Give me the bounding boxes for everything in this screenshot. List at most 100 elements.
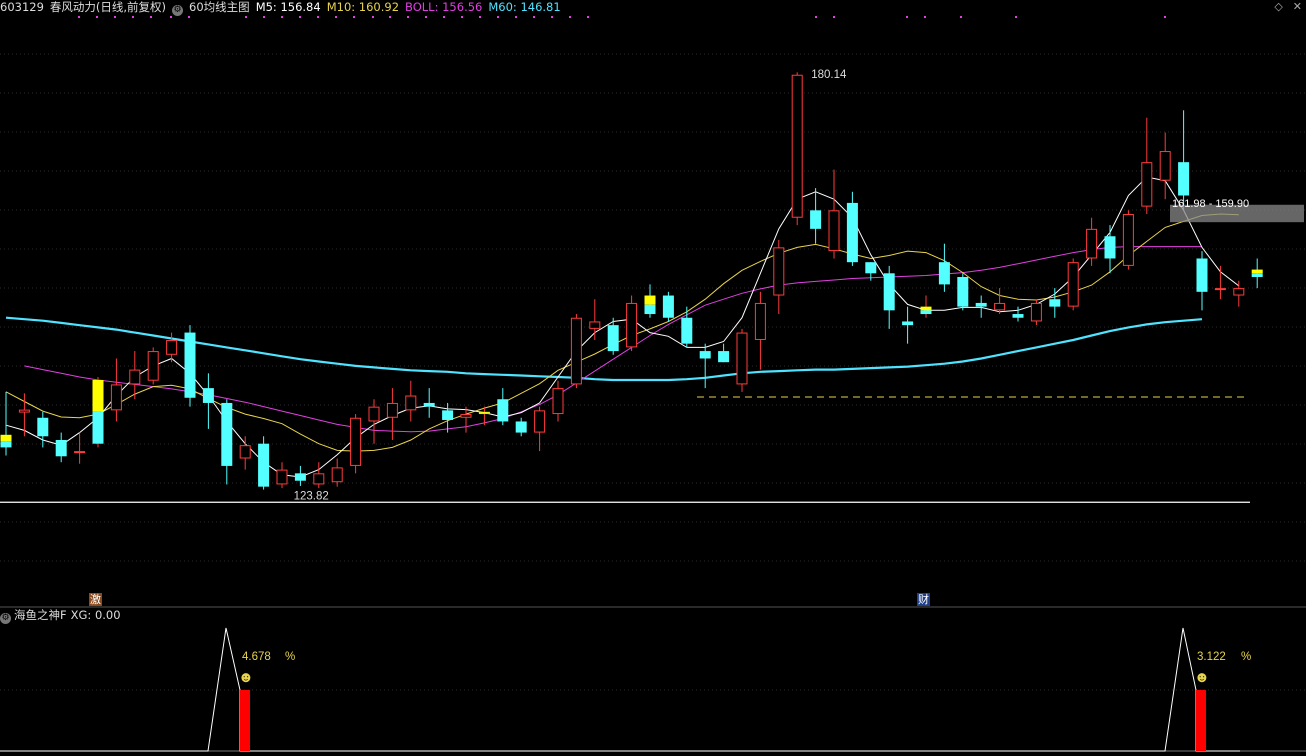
candle-body — [423, 402, 435, 407]
candle-body — [1030, 302, 1042, 322]
candle-body — [442, 410, 454, 420]
signal-dot — [587, 16, 589, 18]
candle — [736, 328, 748, 392]
signal-dot — [317, 16, 319, 18]
candle — [718, 343, 730, 363]
candle-body — [754, 302, 766, 340]
candle — [405, 380, 417, 422]
candle-body — [294, 473, 306, 481]
signal-dot — [906, 16, 908, 18]
candle-body — [1141, 162, 1153, 207]
candle-body — [773, 247, 785, 296]
candle-body — [736, 332, 748, 385]
candle-body — [110, 384, 122, 411]
candle — [37, 411, 49, 448]
candle — [55, 432, 67, 463]
candle-body — [534, 410, 546, 433]
signal-dot — [425, 16, 427, 18]
candle-body — [276, 469, 288, 485]
candle-body — [699, 351, 711, 359]
candle — [350, 414, 362, 474]
candle — [386, 388, 398, 440]
high-price-label: 180.14 — [811, 69, 847, 81]
candle-body — [368, 406, 380, 422]
candle — [1030, 299, 1042, 326]
candle-body — [1178, 162, 1190, 196]
candle-body — [37, 417, 49, 437]
candle — [147, 347, 159, 385]
candle — [497, 388, 509, 426]
candle — [1104, 225, 1116, 274]
candle-body — [1122, 214, 1134, 266]
candle — [957, 273, 969, 311]
candle-body-highlight — [0, 434, 12, 442]
candle-body — [1214, 288, 1226, 291]
candle-body — [846, 202, 858, 263]
signal-dot — [515, 16, 517, 18]
candle — [938, 243, 950, 292]
candle-body — [405, 395, 417, 411]
signal-dot — [263, 16, 265, 18]
candle — [644, 284, 656, 318]
candle — [1251, 258, 1263, 289]
candle — [313, 462, 325, 489]
range-label: 161.98 - 159.90 — [1172, 198, 1249, 210]
candle-body — [1251, 273, 1263, 277]
candle — [1159, 132, 1171, 200]
signal-dot — [407, 16, 409, 18]
candle-body — [239, 445, 251, 459]
candle — [221, 399, 233, 485]
candle-body — [1012, 314, 1024, 318]
candle-body — [938, 262, 950, 285]
signal-dot — [150, 16, 152, 18]
annotations: 161.98 - 159.90 180.14 123.82 — [0, 69, 1304, 503]
candle — [662, 291, 674, 322]
candle — [276, 462, 288, 489]
candle — [202, 373, 214, 429]
candle-body — [18, 409, 30, 413]
candle-body-highlight — [478, 411, 490, 413]
candle — [331, 458, 343, 487]
signal-dot — [569, 16, 571, 18]
event-marker-left[interactable]: 激 — [89, 593, 102, 606]
candle-body-highlight — [644, 295, 656, 305]
indicator-pct-left: % — [285, 651, 295, 663]
event-marker-right[interactable]: 财 — [917, 593, 930, 606]
candle — [129, 351, 141, 400]
candle — [626, 295, 638, 352]
signal-dot — [114, 16, 116, 18]
candle-body — [920, 310, 932, 315]
candle — [699, 343, 711, 389]
candle — [110, 358, 122, 422]
candle-body — [810, 210, 822, 229]
candle — [975, 295, 987, 318]
candle-body — [350, 417, 362, 466]
candle-body — [478, 412, 490, 415]
candle-body — [607, 325, 619, 352]
candle-body — [147, 351, 159, 381]
candle — [773, 239, 785, 315]
candle-body — [184, 332, 196, 398]
candle — [1141, 117, 1153, 215]
candle-body — [313, 473, 325, 485]
signal-dot — [188, 16, 190, 18]
candle-body — [1086, 228, 1098, 259]
kline-chart[interactable]: 161.98 - 159.90 180.14 123.82 4.678 % ☻ 3.122… — [0, 0, 1306, 756]
candle — [589, 299, 601, 340]
candle — [184, 325, 196, 407]
candle — [1178, 110, 1190, 211]
candle — [1233, 280, 1245, 307]
signal-dot — [372, 16, 374, 18]
candle-body — [1067, 262, 1079, 307]
candle-body — [1196, 258, 1208, 292]
candle — [791, 72, 803, 226]
candle — [239, 436, 251, 470]
signal-dot — [353, 16, 355, 18]
signal-dot — [815, 16, 817, 18]
candle-body — [902, 321, 914, 326]
candle-body — [828, 210, 840, 252]
candle — [0, 391, 12, 456]
candle — [570, 314, 582, 389]
signal-dot — [924, 16, 926, 18]
indicator-value-right: 3.122 — [1197, 651, 1226, 663]
